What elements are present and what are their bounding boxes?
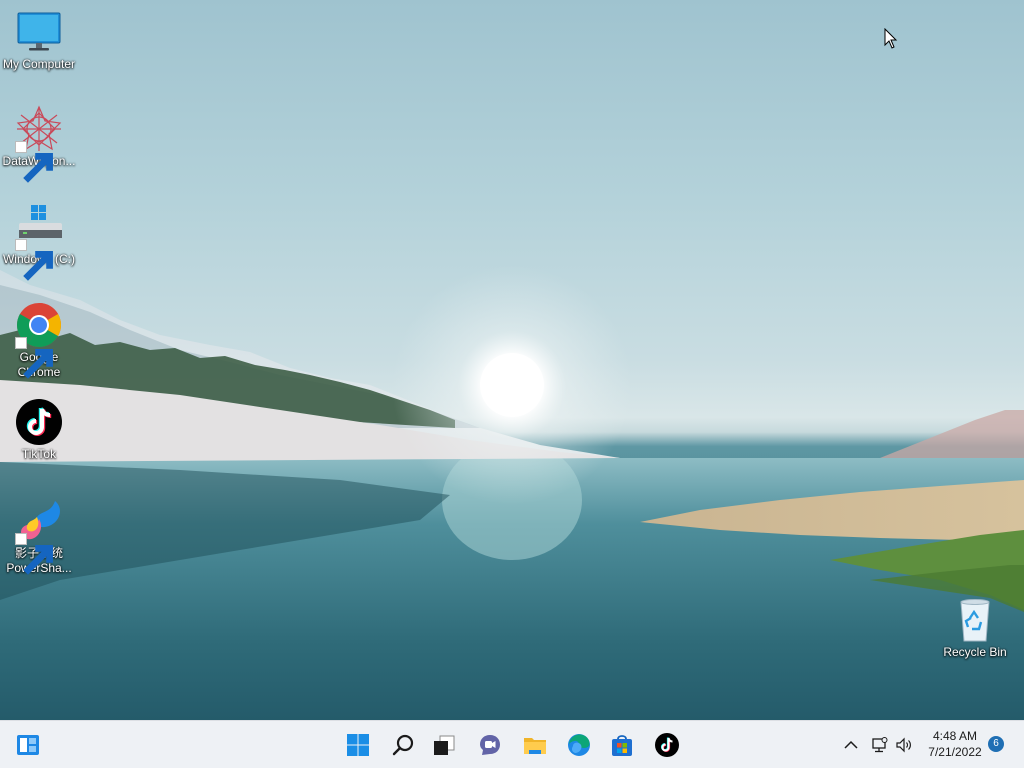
chrome-icon	[15, 301, 63, 379]
volume-icon	[896, 737, 911, 753]
shortcut-arrow-icon	[15, 533, 53, 575]
desktop-icon-my-computer[interactable]: My Computer	[1, 8, 77, 72]
windows-start-icon	[347, 734, 369, 756]
drive-icon	[15, 203, 63, 281]
network-button[interactable]	[868, 733, 890, 757]
clock-date: 7/21/2022	[928, 745, 982, 759]
shortcut-arrow-icon	[15, 239, 53, 281]
desktop-icon-datawagon[interactable]: DataWagon...	[1, 105, 77, 183]
teams-chat-icon	[480, 735, 500, 755]
search-button[interactable]	[387, 729, 419, 761]
folder-icon	[524, 738, 546, 754]
tiktok-taskbar-button[interactable]	[651, 729, 683, 761]
monitor-icon	[15, 8, 63, 56]
desktop-icon-recycle-bin[interactable]: Recycle Bin	[937, 596, 1013, 660]
clock-button[interactable]: 4:48 AM 7/21/2022	[920, 728, 990, 760]
start-button[interactable]	[342, 729, 374, 761]
tiktok-icon	[15, 398, 63, 446]
widgets-button[interactable]	[12, 729, 44, 761]
powershadow-icon	[15, 497, 63, 575]
chat-button[interactable]	[474, 729, 506, 761]
wallpaper	[0, 265, 1024, 720]
network-icon	[872, 737, 888, 753]
shortcut-arrow-icon	[15, 337, 53, 379]
widgets-icon	[17, 735, 39, 755]
show-hidden-icons-button[interactable]	[840, 733, 862, 757]
store-button[interactable]	[606, 729, 638, 761]
notification-badge[interactable]: 6	[988, 736, 1004, 752]
file-explorer-button[interactable]	[519, 729, 551, 761]
datawagon-icon	[15, 105, 63, 183]
taskbar: 4:48 AM 7/21/2022 6	[0, 720, 1024, 768]
desktop-icon-label: Recycle Bin	[943, 645, 1007, 659]
desktop-icon-powershadow[interactable]: 影子系统 PowerSha...	[1, 497, 77, 576]
clock-time: 4:48 AM	[932, 729, 978, 743]
search-icon	[392, 734, 414, 756]
task-view-icon	[434, 735, 455, 755]
edge-button[interactable]	[563, 729, 595, 761]
desktop-icon-label: My Computer	[2, 57, 76, 71]
volume-button[interactable]	[893, 733, 915, 757]
mouse-cursor-icon	[884, 28, 898, 49]
edge-icon	[568, 734, 590, 756]
recycle-bin-icon	[951, 596, 999, 644]
desktop-icon-label: TikTok	[21, 447, 57, 461]
store-icon	[612, 735, 632, 756]
desktop[interactable]: My Computer DataWagon... Windows (C:) Go…	[0, 0, 1024, 720]
shortcut-arrow-icon	[15, 141, 53, 183]
desktop-icon-tiktok[interactable]: TikTok	[1, 398, 77, 462]
desktop-icon-windows-c[interactable]: Windows (C:)	[1, 203, 77, 281]
chevron-up-icon	[844, 740, 858, 749]
desktop-icon-google-chrome[interactable]: Google Chrome	[1, 301, 77, 380]
tiktok-icon	[655, 733, 679, 757]
task-view-button[interactable]	[428, 729, 460, 761]
